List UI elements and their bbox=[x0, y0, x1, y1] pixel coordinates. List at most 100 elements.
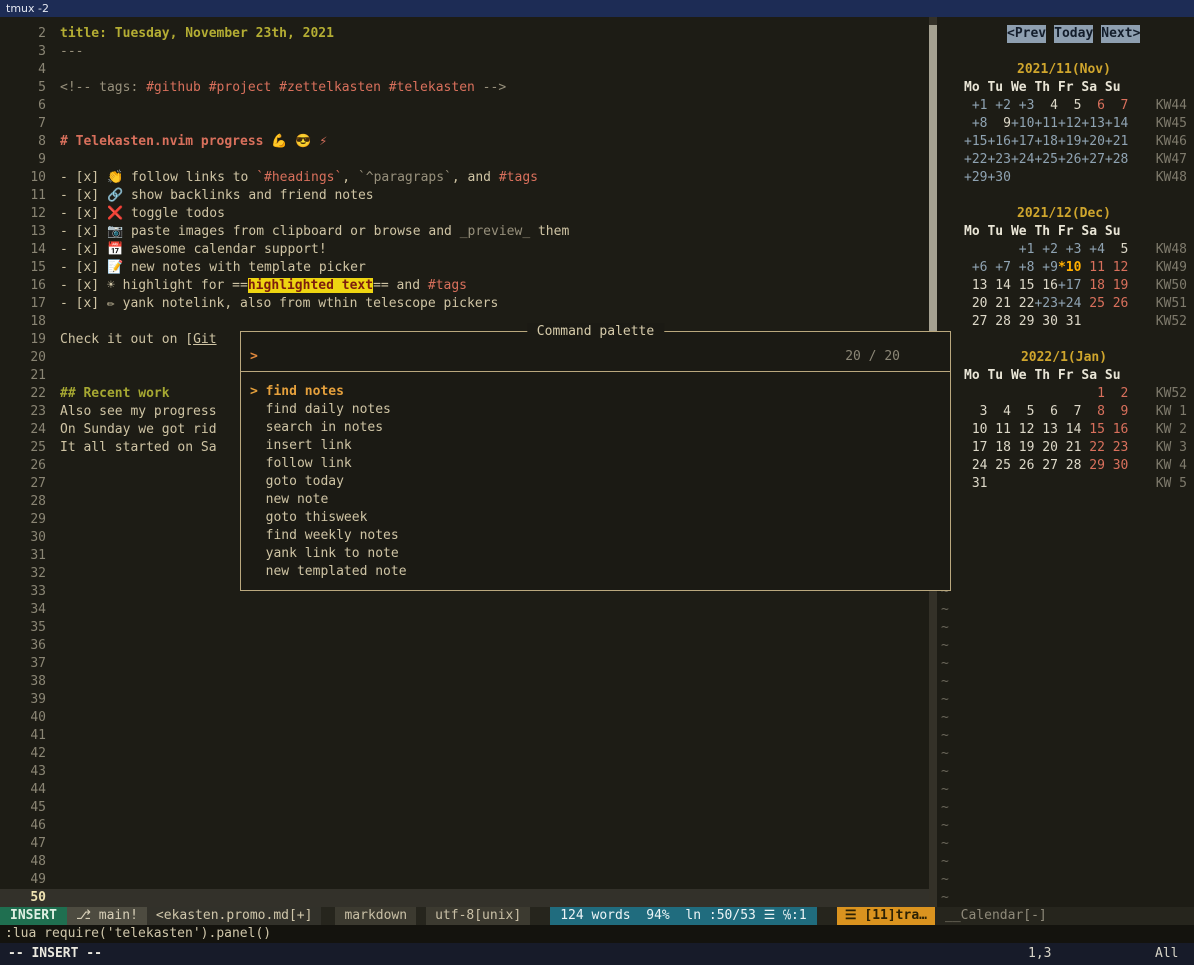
palette-item[interactable]: find weekly notes bbox=[241, 527, 950, 545]
calendar-day[interactable]: 29 bbox=[1011, 314, 1034, 329]
editor-line[interactable]: 48 bbox=[0, 853, 929, 871]
calendar-day[interactable]: 6 bbox=[1034, 404, 1057, 419]
calendar-day[interactable]: 4 bbox=[987, 404, 1010, 419]
calendar-day[interactable]: 27 bbox=[1034, 458, 1057, 473]
editor-line[interactable]: 47 bbox=[0, 835, 929, 853]
calendar-day[interactable]: 10 bbox=[964, 422, 987, 437]
calendar-day[interactable]: 13 bbox=[1034, 422, 1057, 437]
calendar-day[interactable]: 12 bbox=[1011, 422, 1034, 437]
calendar-day[interactable]: 15 bbox=[1011, 278, 1034, 293]
calendar-day[interactable]: 28 bbox=[1058, 458, 1081, 473]
calendar-day[interactable]: 28 bbox=[987, 314, 1010, 329]
palette-prompt[interactable]: > 20 / 20 bbox=[241, 348, 950, 366]
calendar-day[interactable]: +12 bbox=[1058, 116, 1081, 131]
calendar-day[interactable]: 20 bbox=[964, 296, 987, 311]
editor-line[interactable]: 2title: Tuesday, November 23th, 2021 bbox=[0, 25, 929, 43]
editor-line[interactable]: 7 bbox=[0, 115, 929, 133]
editor-line[interactable]: 38 bbox=[0, 673, 929, 691]
calendar-day[interactable]: 31 bbox=[1058, 314, 1081, 329]
calendar-day[interactable]: +20 bbox=[1081, 134, 1104, 149]
calendar-day[interactable]: 21 bbox=[1058, 440, 1081, 455]
calendar-day[interactable]: +13 bbox=[1081, 116, 1104, 131]
calendar-today-button[interactable]: Today bbox=[1054, 25, 1093, 43]
editor-line[interactable]: 43 bbox=[0, 763, 929, 781]
editor-line[interactable]: 15- [x] 📝 new notes with template picker bbox=[0, 259, 929, 277]
palette-item[interactable]: goto thisweek bbox=[241, 509, 950, 527]
calendar-day[interactable]: 4 bbox=[1034, 98, 1057, 113]
editor-line[interactable]: 37 bbox=[0, 655, 929, 673]
calendar-day[interactable]: 3 bbox=[964, 404, 987, 419]
calendar-day[interactable]: 30 bbox=[1034, 314, 1057, 329]
calendar-day[interactable]: 5 bbox=[1011, 404, 1034, 419]
editor-line[interactable]: 13- [x] 📷 paste images from clipboard or… bbox=[0, 223, 929, 241]
editor-line[interactable]: 4 bbox=[0, 61, 929, 79]
calendar-day[interactable]: 25 bbox=[1081, 296, 1104, 311]
calendar-day[interactable]: 2 bbox=[1105, 386, 1128, 401]
palette-item[interactable]: > find notes bbox=[241, 383, 950, 401]
calendar-day[interactable]: +22 bbox=[964, 152, 987, 167]
calendar-day[interactable]: +21 bbox=[1105, 134, 1128, 149]
calendar-day[interactable]: 16 bbox=[1105, 422, 1128, 437]
calendar-day[interactable]: 29 bbox=[1081, 458, 1104, 473]
calendar-day[interactable]: 12 bbox=[1105, 260, 1128, 275]
calendar-day[interactable]: 8 bbox=[1081, 404, 1104, 419]
calendar-day[interactable]: *10 bbox=[1058, 260, 1081, 275]
calendar-day[interactable]: +17 bbox=[1011, 134, 1034, 149]
editor-line[interactable]: 14- [x] 📅 awesome calendar support! bbox=[0, 241, 929, 259]
calendar-day[interactable]: 17 bbox=[964, 440, 987, 455]
editor-line[interactable]: 36 bbox=[0, 637, 929, 655]
editor-line[interactable]: 41 bbox=[0, 727, 929, 745]
calendar-prev-button[interactable]: <Prev bbox=[1007, 25, 1046, 43]
editor-line[interactable]: 8# Telekasten.nvim progress 💪 😎 ⚡ bbox=[0, 133, 929, 151]
calendar-day[interactable]: 1 bbox=[1081, 386, 1104, 401]
calendar-day[interactable]: 26 bbox=[1105, 296, 1128, 311]
editor-line[interactable]: 49 bbox=[0, 871, 929, 889]
calendar-day[interactable]: +6 bbox=[964, 260, 987, 275]
calendar-day[interactable]: 15 bbox=[1081, 422, 1104, 437]
calendar-day[interactable]: +15 bbox=[964, 134, 987, 149]
calendar-day[interactable]: +23 bbox=[987, 152, 1010, 167]
scrollbar-thumb[interactable] bbox=[929, 25, 937, 335]
editor-line[interactable]: 44 bbox=[0, 781, 929, 799]
palette-item[interactable]: new templated note bbox=[241, 563, 950, 581]
calendar-day[interactable]: 5 bbox=[1058, 98, 1081, 113]
calendar-day[interactable]: 13 bbox=[964, 278, 987, 293]
calendar-day[interactable]: 31 bbox=[964, 476, 987, 491]
editor-line[interactable]: 18 bbox=[0, 313, 929, 331]
calendar-day[interactable]: 7 bbox=[1058, 404, 1081, 419]
calendar-day[interactable]: 19 bbox=[1105, 278, 1128, 293]
calendar-day[interactable]: +4 bbox=[1081, 242, 1104, 257]
calendar-day[interactable]: 11 bbox=[987, 422, 1010, 437]
calendar-day[interactable]: 14 bbox=[987, 278, 1010, 293]
palette-item[interactable]: new note bbox=[241, 491, 950, 509]
editor-line[interactable]: 11- [x] 🔗 show backlinks and friend note… bbox=[0, 187, 929, 205]
calendar-day[interactable]: 9 bbox=[987, 116, 1010, 131]
calendar-day[interactable]: +8 bbox=[964, 116, 987, 131]
calendar-day[interactable]: +8 bbox=[1011, 260, 1034, 275]
calendar-day[interactable]: 27 bbox=[964, 314, 987, 329]
editor-line[interactable]: 16- [x] ☀ highlight for ==highlighted te… bbox=[0, 277, 929, 295]
calendar-day[interactable]: +11 bbox=[1034, 116, 1057, 131]
calendar-day[interactable]: +1 bbox=[964, 98, 987, 113]
calendar-window[interactable]: <Prev Today Next> 2021/11(Nov)Mo Tu We T… bbox=[937, 17, 1194, 907]
calendar-day[interactable]: +24 bbox=[1011, 152, 1034, 167]
editor-line[interactable]: 10- [x] 👏 follow links to `#headings`, `… bbox=[0, 169, 929, 187]
calendar-day[interactable]: 30 bbox=[1105, 458, 1128, 473]
calendar-day[interactable]: +29 bbox=[964, 170, 987, 185]
calendar-day[interactable]: 20 bbox=[1034, 440, 1057, 455]
command-palette[interactable]: Command palette > 20 / 20 > find notes f… bbox=[240, 331, 951, 591]
calendar-day[interactable]: 25 bbox=[987, 458, 1010, 473]
palette-item[interactable]: yank link to note bbox=[241, 545, 950, 563]
editor-line[interactable]: 35 bbox=[0, 619, 929, 637]
palette-item[interactable]: search in notes bbox=[241, 419, 950, 437]
calendar-day[interactable]: 24 bbox=[964, 458, 987, 473]
editor-line[interactable]: 40 bbox=[0, 709, 929, 727]
calendar-day[interactable]: +3 bbox=[1058, 242, 1081, 257]
calendar-day[interactable]: 6 bbox=[1081, 98, 1104, 113]
palette-item[interactable]: insert link bbox=[241, 437, 950, 455]
calendar-day[interactable]: 11 bbox=[1081, 260, 1104, 275]
palette-item[interactable]: find daily notes bbox=[241, 401, 950, 419]
editor-line[interactable]: 12- [x] ❌ toggle todos bbox=[0, 205, 929, 223]
calendar-day[interactable]: +7 bbox=[987, 260, 1010, 275]
calendar-day[interactable]: 14 bbox=[1058, 422, 1081, 437]
